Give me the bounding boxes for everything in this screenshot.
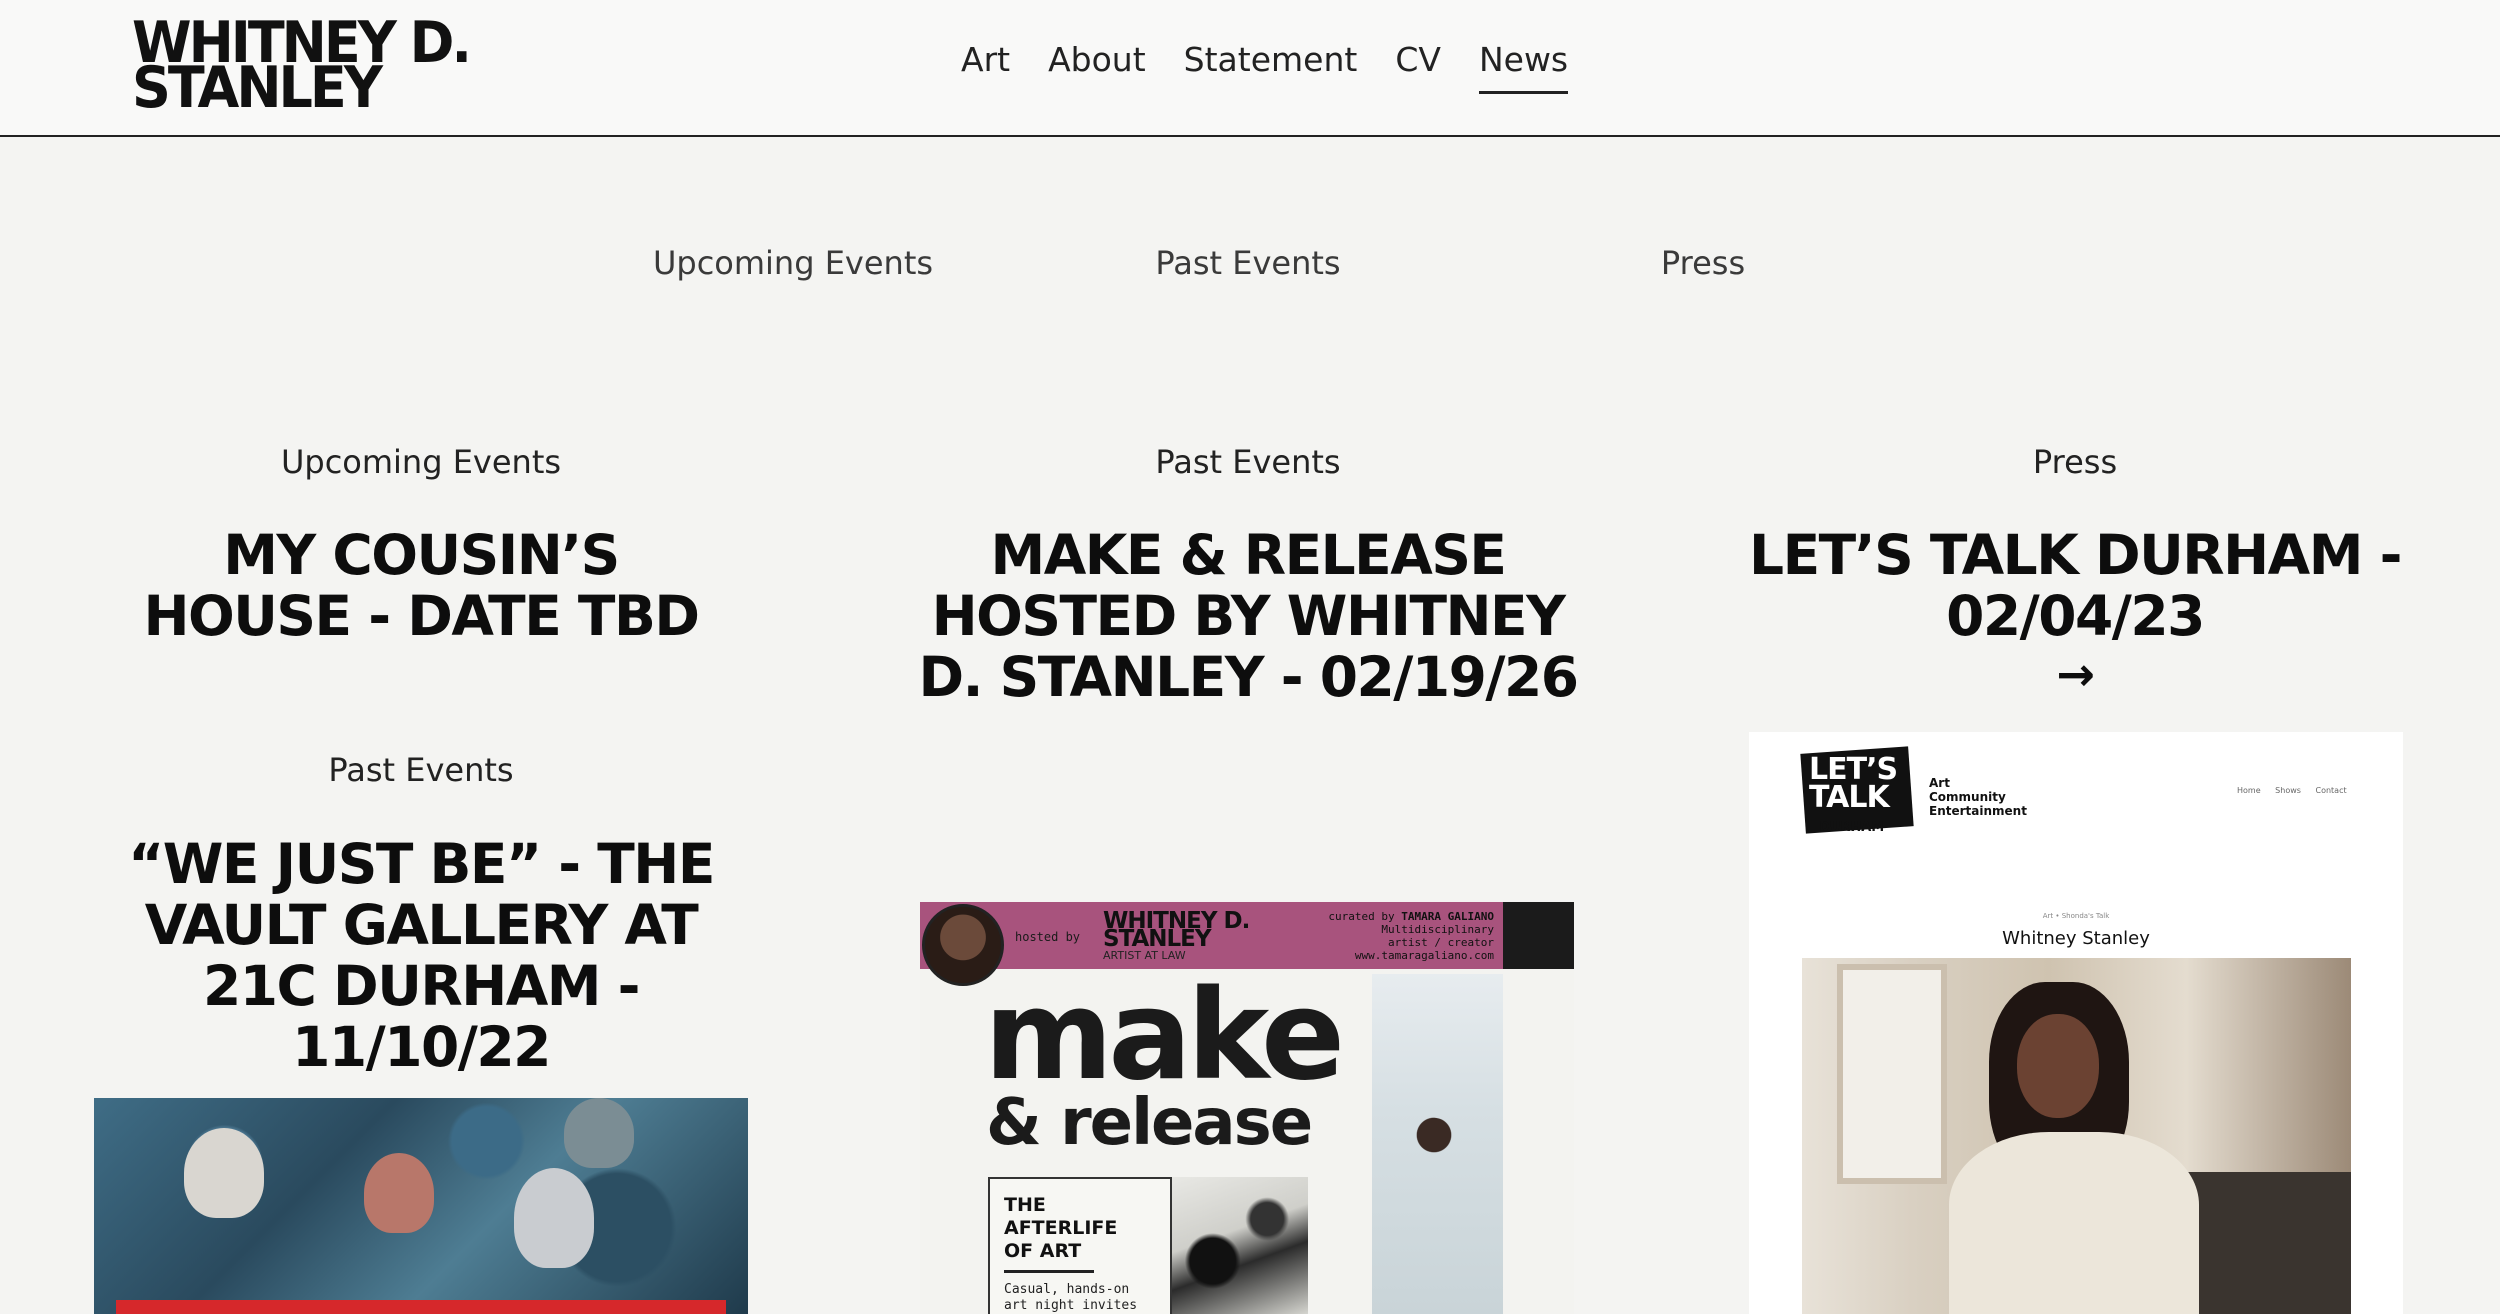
col2-title-link[interactable]: MAKE & RELEASE HOSTED BY WHITNEY D. STAN…: [918, 523, 1579, 709]
ltd-acet-2: Community: [1929, 790, 2006, 804]
col1-title-link[interactable]: MY COUSIN’S HOUSE - DATE TBD: [143, 523, 700, 648]
poster-afterlife-rule: [1004, 1270, 1094, 1273]
ltd-woman-body: [1949, 1132, 2199, 1314]
poster-release: & release: [986, 1086, 1313, 1160]
poster-hosted-by: hosted by: [1015, 930, 1081, 944]
subnav-press[interactable]: Press: [1661, 244, 1745, 282]
ltd-mini-nav-home: Home: [2237, 786, 2261, 795]
poster-afterlife-1: THE: [1004, 1194, 1046, 1216]
ltd-woman-face: [2017, 1014, 2099, 1118]
poster-curator-role-1: Multidisciplinary: [1381, 923, 1494, 936]
subnav-past-events[interactable]: Past Events: [1155, 244, 1340, 282]
poster-curator-role-2: artist / creator: [1388, 936, 1494, 949]
nav-about[interactable]: About: [1048, 40, 1146, 94]
poster-curated-by: curated by: [1328, 910, 1395, 923]
poster-afterlife-3: OF ART: [1004, 1240, 1082, 1262]
poster-curator: curated by TAMARA GALIANO Multidisciplin…: [1328, 910, 1494, 962]
ltd-acet-3: Entertainment: [1929, 804, 2027, 818]
nav-cv[interactable]: CV: [1395, 40, 1441, 94]
col1-label: Upcoming Events: [280, 443, 562, 481]
ltd-mini-nav: Home Shows Contact: [2237, 786, 2359, 795]
poster-tagline: ARTIST AT LAW: [1103, 949, 1186, 962]
nav-statement[interactable]: Statement: [1184, 40, 1358, 94]
poster-swimmer: [1398, 1117, 1458, 1157]
ltd-acet-1: Art: [1929, 776, 1950, 790]
ltd-badge-durham: DURHAM: [1819, 820, 1885, 835]
ltd-mini-nav-contact: Contact: [2315, 786, 2347, 795]
ltd-badge-2: TALK: [1809, 780, 1890, 815]
col2-label: Past Events: [1155, 443, 1341, 481]
col1-title: MY COUSIN’S HOUSE - DATE TBD: [121, 525, 721, 647]
col3-title-link[interactable]: LET’S TALK DURHAM - 02/04/23: [1749, 523, 2402, 648]
poster-host-name: WHITNEY D. STANLEY: [1103, 910, 1250, 951]
ltd-window: [1837, 964, 1947, 1184]
col2-title: MAKE & RELEASE HOSTED BY WHITNEY D. STAN…: [918, 523, 1579, 709]
ltd-artist-name: Whitney Stanley: [2002, 928, 2150, 949]
ltd-mini-nav-shows: Shows: [2275, 786, 2301, 795]
main-nav: Art About Statement CV News: [961, 40, 1606, 94]
lets-talk-durham-screenshot-image[interactable]: LET’S TALK DURHAM Art Community Entertai…: [1749, 732, 2403, 1314]
make-and-release-poster-image[interactable]: hosted by WHITNEY D. STANLEY ARTIST AT L…: [920, 902, 1574, 1314]
site-logo[interactable]: WHITNEY D. STANLEY: [132, 14, 472, 116]
poster-ink-image: [1172, 1177, 1308, 1314]
nav-news[interactable]: News: [1478, 40, 1569, 94]
poster-casual-1: Casual, hands-on: [1004, 1282, 1130, 1297]
poster-curator-name: TAMARA GALIANO: [1401, 910, 1494, 923]
ltd-acet: Art Community Entertainment: [1929, 776, 2027, 818]
arrow-right-icon[interactable]: →: [1735, 647, 2415, 702]
subnav-upcoming-events[interactable]: Upcoming Events: [653, 244, 933, 282]
ltd-breadcrumb: Art • Shonda's Talk: [2042, 912, 2110, 920]
poster-casual-2: art night invites: [1004, 1298, 1138, 1313]
we-just-be-painting-image[interactable]: [94, 1098, 748, 1314]
col3-title: LET’S TALK DURHAM - 02/04/23 →: [1735, 525, 2415, 702]
poster-make: make: [984, 964, 1345, 1108]
nav-art[interactable]: Art: [961, 40, 1010, 94]
poster-afterlife-2: AFTERLIFE: [1004, 1217, 1118, 1239]
poster-casual: Casual, hands-on art night invites: [1004, 1282, 1137, 1314]
col3-label: Press: [2032, 443, 2118, 481]
site-header: WHITNEY D. STANLEY Art About Statement C…: [0, 0, 2500, 137]
col1-second-label: Past Events: [328, 751, 514, 789]
col1-second-title: “WE JUST BE” - THE VAULT GALLERY AT 21C …: [91, 834, 751, 1078]
poster-afterlife: THE AFTERLIFE OF ART: [1004, 1194, 1117, 1263]
ltd-badge-text: LET’S TALK: [1809, 755, 1898, 815]
poster-curator-site: www.tamaragaliano.com: [1354, 949, 1494, 962]
col1-second-title-link[interactable]: “WE JUST BE” - THE VAULT GALLERY AT 21C …: [128, 832, 715, 1079]
